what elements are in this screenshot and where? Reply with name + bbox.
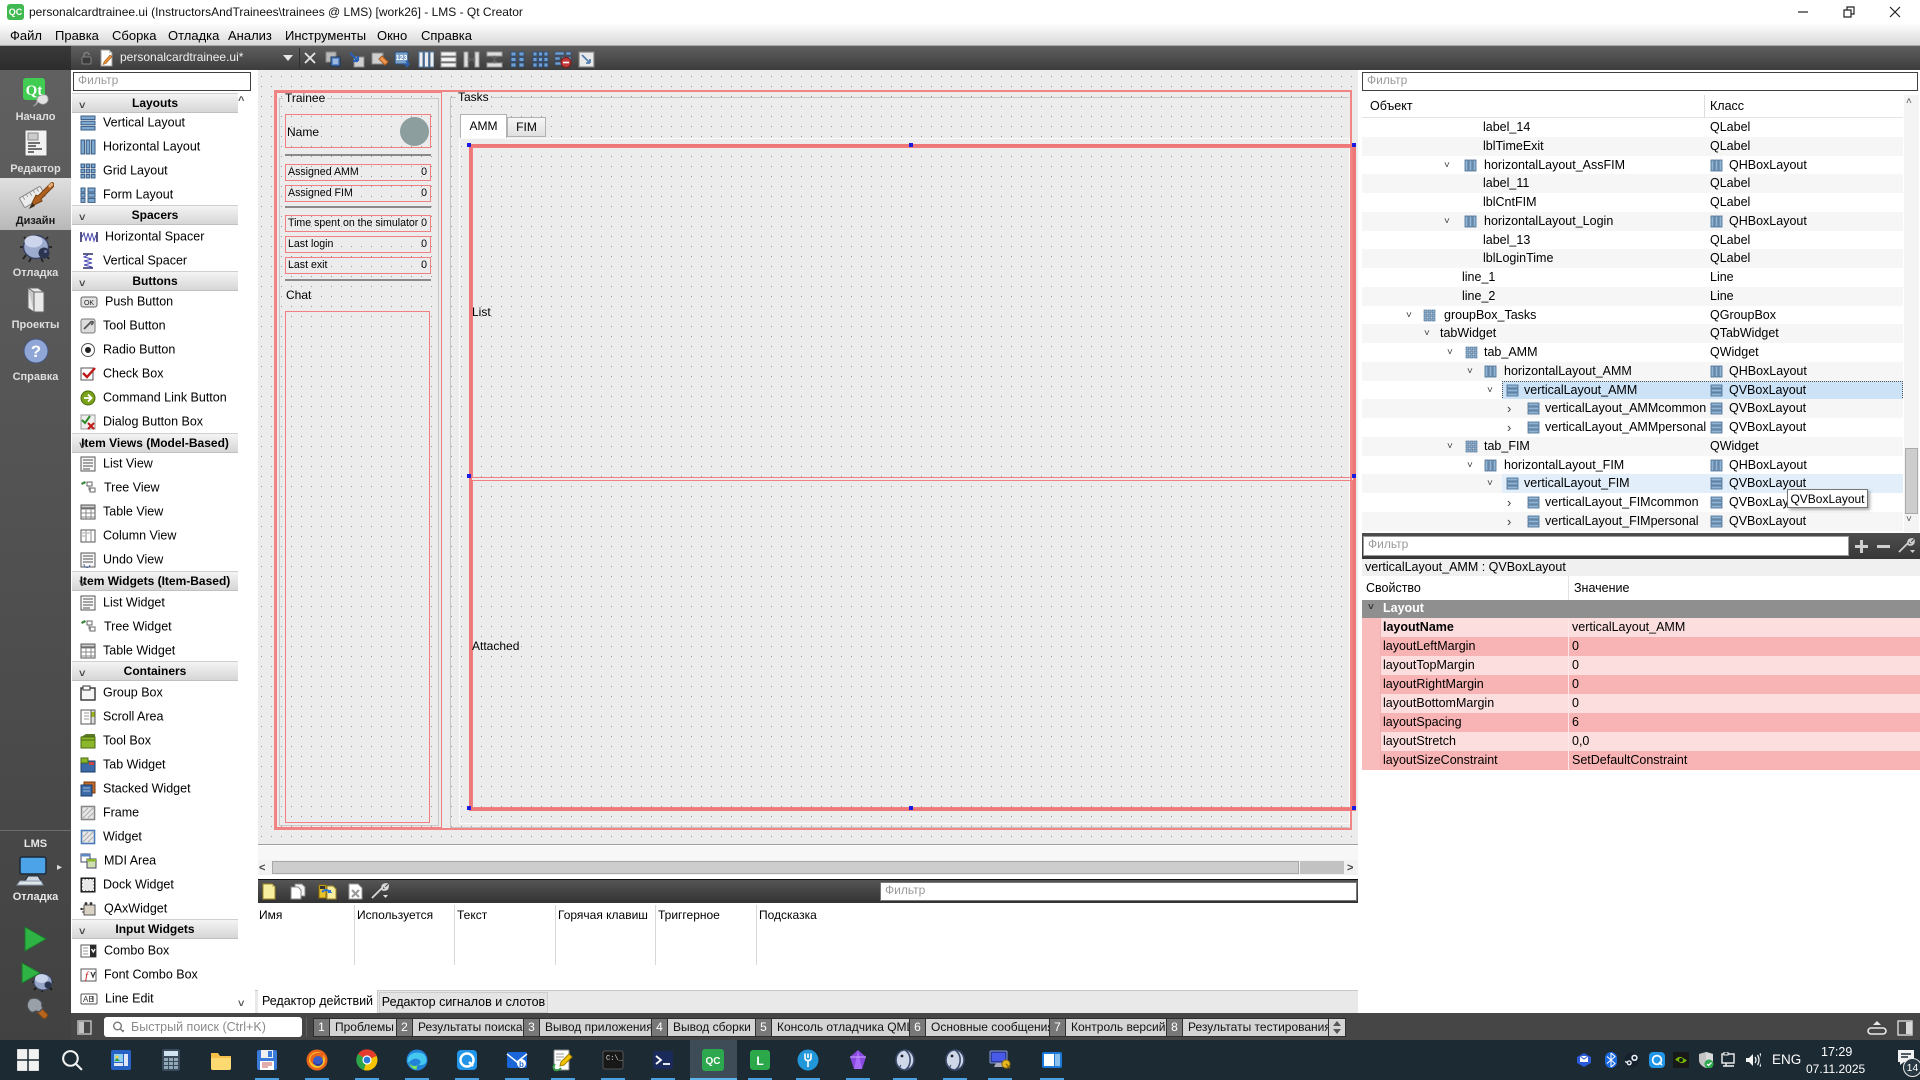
svg-text:?: ? [30,342,40,361]
svg-text:L: L [756,1054,763,1068]
svg-text:AB: AB [83,995,94,1004]
svg-text:C:\_: C:\_ [606,1055,624,1063]
svg-text:123: 123 [396,55,408,62]
svg-text:QC: QC [706,1056,721,1067]
svg-text:OK: OK [84,300,94,307]
svg-text:b: b [519,1060,524,1069]
